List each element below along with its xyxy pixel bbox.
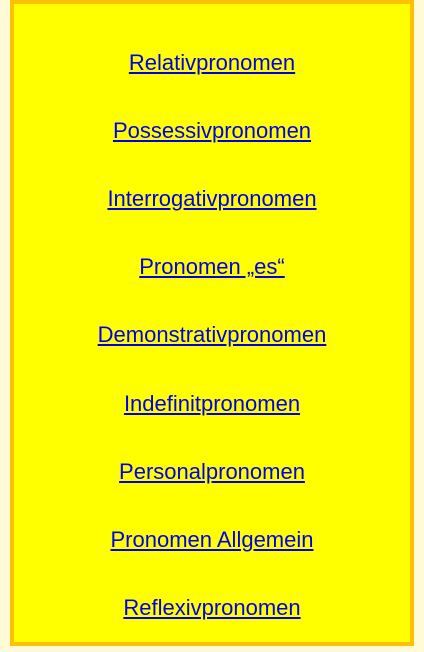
link-reflexivpronomen[interactable]: Reflexivpronomen [123, 595, 300, 620]
list-item: Personalpronomen [14, 457, 410, 487]
link-pronomen-es[interactable]: Pronomen „es“ [139, 254, 285, 279]
link-possessivpronomen[interactable]: Possessivpronomen [113, 118, 311, 143]
link-demonstrativpronomen[interactable]: Demonstrativpronomen [98, 322, 327, 347]
link-personalpronomen[interactable]: Personalpronomen [119, 459, 305, 484]
list-item: Relativpronomen [14, 48, 410, 78]
list-item: Pronomen „es“ [14, 252, 410, 282]
list-item: Demonstrativpronomen [14, 320, 410, 350]
list-item: Reflexivpronomen [14, 593, 410, 623]
list-item: Pronomen Allgemein [14, 525, 410, 555]
pronoun-link-box: Relativpronomen Possessivpronomen Interr… [10, 0, 414, 646]
list-item: Interrogativpronomen [14, 184, 410, 214]
page: { "colors": { "page_background": "#FFFBD… [0, 0, 424, 652]
link-relativpronomen[interactable]: Relativpronomen [129, 50, 295, 75]
list-item: Indefinitpronomen [14, 389, 410, 419]
link-indefinitpronomen[interactable]: Indefinitpronomen [124, 391, 300, 416]
link-pronomen-allgemein[interactable]: Pronomen Allgemein [110, 527, 313, 552]
list-item: Possessivpronomen [14, 116, 410, 146]
link-interrogativpronomen[interactable]: Interrogativpronomen [107, 186, 316, 211]
